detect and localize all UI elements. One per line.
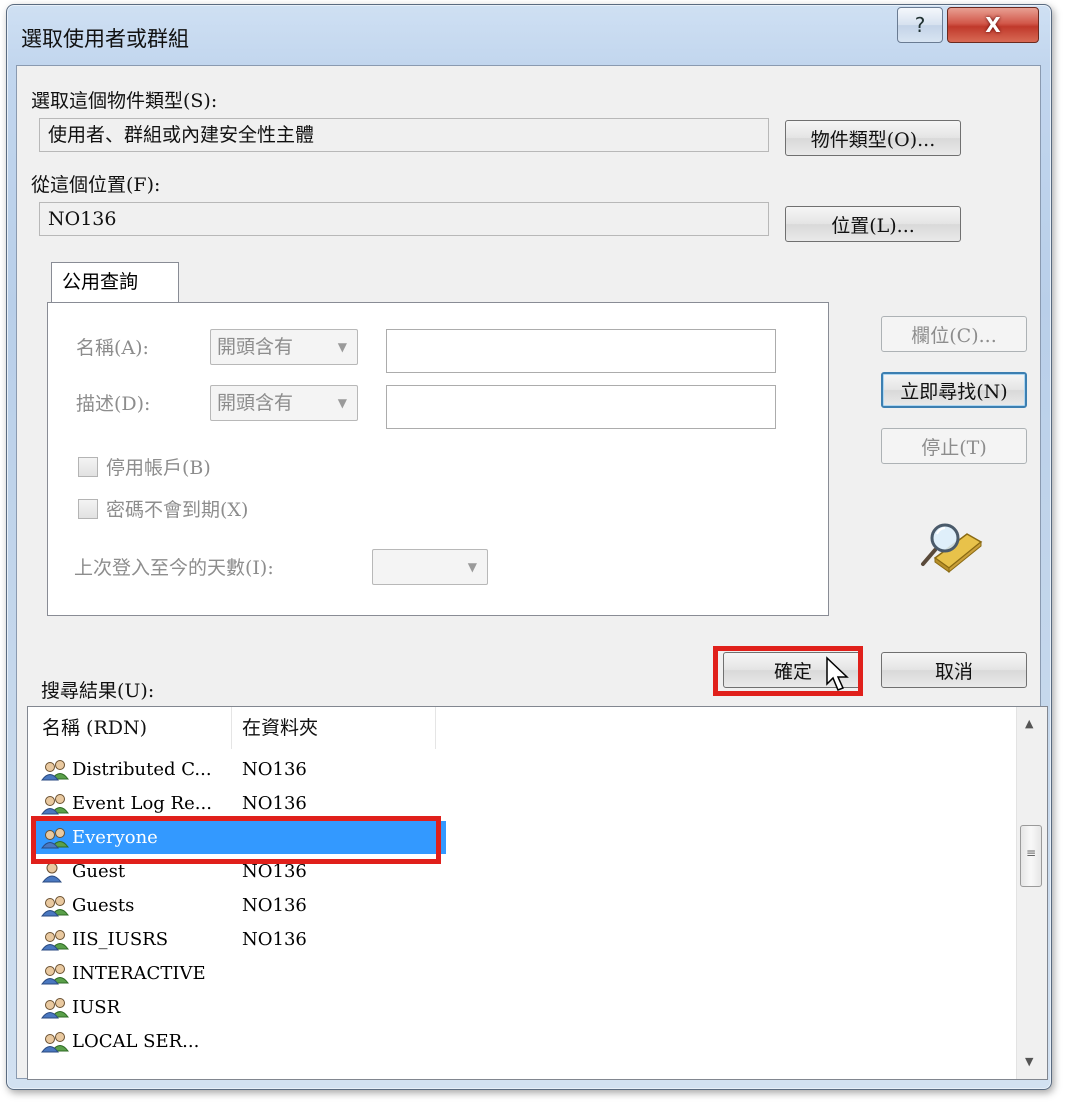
name-query-input[interactable] xyxy=(386,329,776,373)
group-icon xyxy=(41,896,69,917)
description-mode-select[interactable]: 開頭含有 ▼ xyxy=(210,385,358,421)
name-mode-value: 開頭含有 xyxy=(217,336,294,358)
dialog-body: 選取這個物件類型(S): 使用者、群組或內建安全性主體 物件類型(O)... 從… xyxy=(16,65,1048,1080)
group-icon xyxy=(41,760,69,781)
results-scrollbar[interactable]: ▲ ≡ ▼ xyxy=(1016,707,1047,1079)
result-folder: NO136 xyxy=(242,895,307,916)
result-row[interactable]: IUSR xyxy=(28,991,1028,1024)
grip-icon: ≡ xyxy=(1026,846,1037,860)
find-now-button[interactable]: 立即尋找(N) xyxy=(881,372,1027,408)
everyone-highlight-box xyxy=(31,816,441,864)
result-name: Distributed C... xyxy=(72,759,212,780)
scroll-down-arrow-icon[interactable]: ▼ xyxy=(1025,1055,1033,1068)
result-name: IIS_IUSRS xyxy=(72,929,169,950)
disabled-accounts-label: 停用帳戶(B) xyxy=(106,457,211,479)
description-query-label: 描述(D): xyxy=(76,393,151,415)
name-mode-select[interactable]: 開頭含有 ▼ xyxy=(210,329,358,365)
object-type-field: 使用者、群組或內建安全性主體 xyxy=(39,118,769,152)
search-results-list[interactable]: 名稱 (RDN) 在資料夾 Distributed C... NO136 Event… xyxy=(27,706,1048,1080)
search-results-label: 搜尋結果(U): xyxy=(41,680,155,702)
tab-common-queries[interactable]: 公用查詢 xyxy=(51,262,179,304)
result-name: IUSR xyxy=(72,997,121,1018)
result-name: INTERACTIVE xyxy=(72,963,206,984)
non-expiring-password-label: 密碼不會到期(X) xyxy=(106,499,249,521)
result-row[interactable]: Guests NO136 xyxy=(28,889,1028,922)
location-label: 從這個位置(F): xyxy=(31,174,161,196)
columns-button[interactable]: 欄位(C)... xyxy=(881,316,1027,352)
result-name: Guests xyxy=(72,895,135,916)
group-icon xyxy=(41,794,69,815)
disabled-accounts-checkbox[interactable] xyxy=(78,457,98,477)
select-users-dialog: 選取使用者或群組 ? X 選取這個物件類型(S): 使用者、群組或內建安全性主體… xyxy=(6,4,1052,1090)
column-header-folder[interactable]: 在資料夾 xyxy=(232,707,436,749)
result-folder: NO136 xyxy=(242,759,307,780)
stop-button[interactable]: 停止(T) xyxy=(881,428,1027,464)
ok-highlight-box xyxy=(713,646,863,696)
group-icon xyxy=(41,964,69,985)
name-query-label: 名稱(A): xyxy=(76,337,149,359)
help-button[interactable]: ? xyxy=(897,7,943,43)
result-row[interactable]: LOCAL SER... xyxy=(28,1025,1028,1058)
cancel-button[interactable]: 取消 xyxy=(881,652,1027,688)
location-field: NO136 xyxy=(39,202,769,236)
common-queries-panel: 名稱(A): 開頭含有 ▼ 描述(D): 開頭含有 ▼ 停用帳戶(B) 密碼不會… xyxy=(47,302,829,616)
non-expiring-password-checkbox[interactable] xyxy=(78,499,98,519)
chevron-down-icon: ▼ xyxy=(337,396,347,410)
days-since-logon-select[interactable]: ▼ xyxy=(372,549,488,585)
search-magnifier-icon xyxy=(921,523,983,574)
group-icon xyxy=(41,998,69,1019)
group-icon xyxy=(41,1032,69,1053)
result-name: LOCAL SER... xyxy=(72,1031,200,1052)
object-types-button[interactable]: 物件類型(O)... xyxy=(785,120,961,156)
result-row[interactable]: IIS_IUSRS NO136 xyxy=(28,923,1028,956)
result-row[interactable]: INTERACTIVE xyxy=(28,957,1028,990)
dialog-title: 選取使用者或群組 xyxy=(21,27,189,51)
chevron-down-icon: ▼ xyxy=(467,560,477,574)
column-header-name[interactable]: 名稱 (RDN) xyxy=(28,707,232,749)
group-icon xyxy=(41,930,69,951)
result-folder: NO136 xyxy=(242,929,307,950)
result-row[interactable]: Distributed C... NO136 xyxy=(28,753,1028,786)
user-icon xyxy=(41,862,63,883)
close-button[interactable]: X xyxy=(947,7,1039,43)
scroll-up-arrow-icon[interactable]: ▲ xyxy=(1025,717,1033,730)
days-since-logon-label: 上次登入至今的天數(I): xyxy=(74,557,274,579)
description-query-input[interactable] xyxy=(386,385,776,429)
title-bar[interactable]: 選取使用者或群組 ? X xyxy=(7,5,1051,65)
chevron-down-icon: ▼ xyxy=(337,340,347,354)
locations-button[interactable]: 位置(L)... xyxy=(785,206,961,242)
description-mode-value: 開頭含有 xyxy=(217,392,294,414)
scroll-thumb[interactable]: ≡ xyxy=(1020,825,1042,887)
object-type-label: 選取這個物件類型(S): xyxy=(31,90,218,112)
